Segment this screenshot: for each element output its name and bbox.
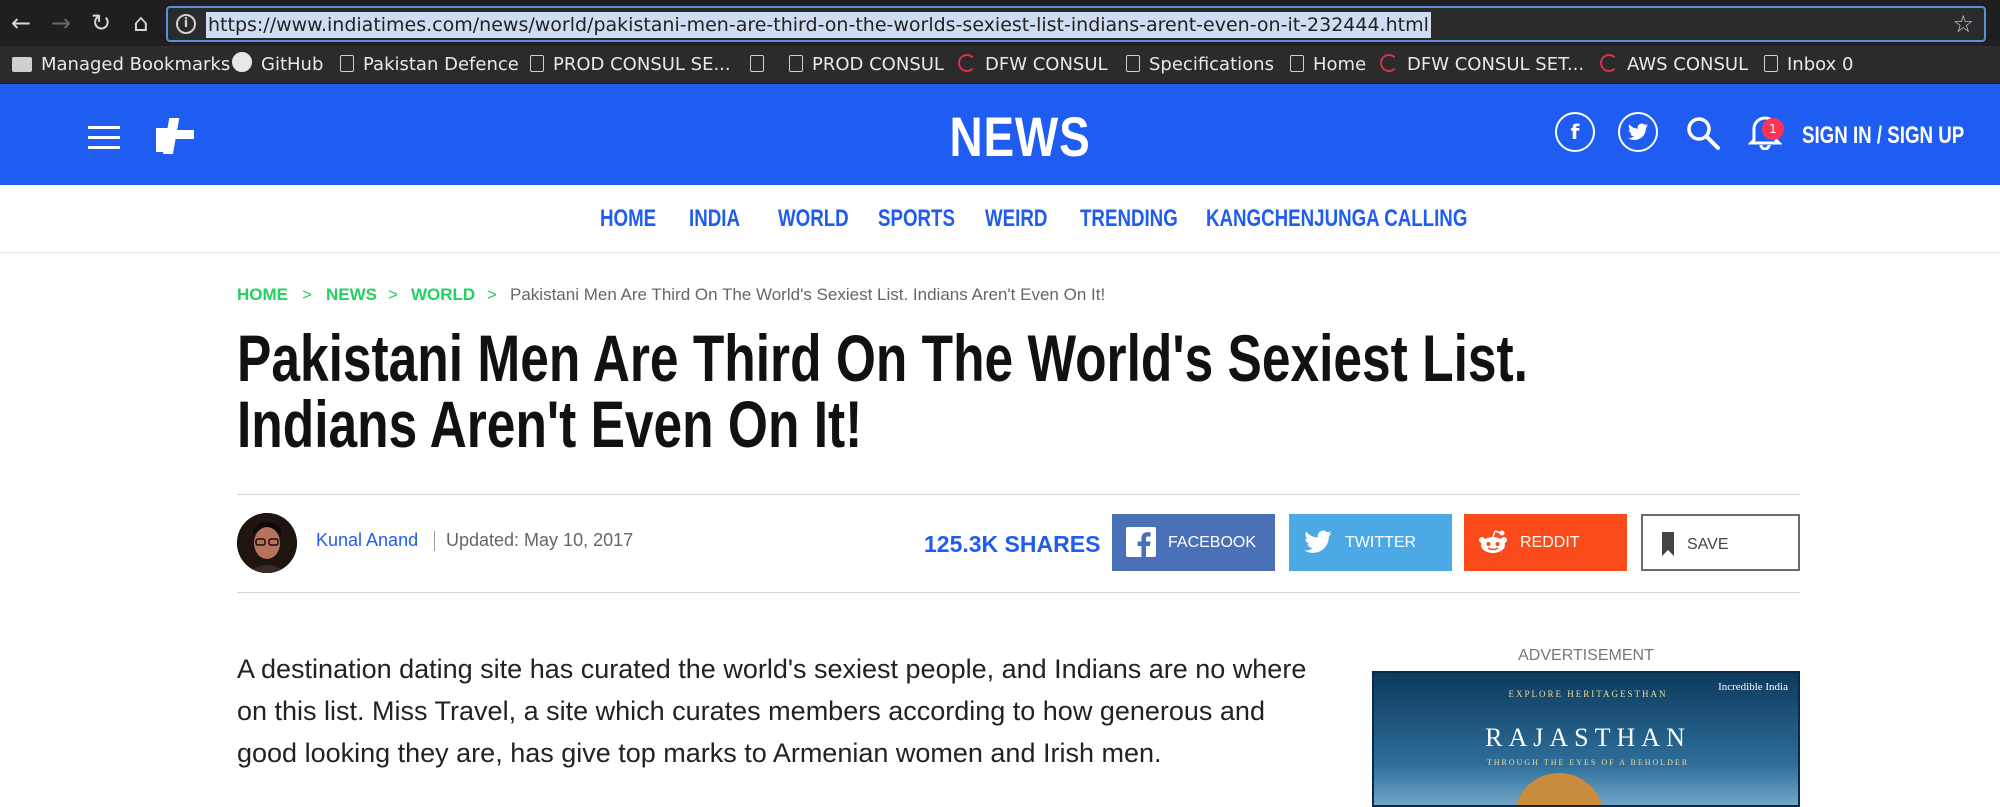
nav-item-home[interactable]: HOME <box>600 205 656 233</box>
github-icon <box>232 52 252 72</box>
site-header: NEWS f 1 SIGN IN / SIGN UP <box>0 84 2000 185</box>
home-icon[interactable]: ⌂ <box>126 8 156 38</box>
breadcrumb-news[interactable]: NEWS <box>326 285 377 305</box>
forward-icon[interactable]: → <box>46 8 76 38</box>
page-icon <box>340 55 354 72</box>
twitter-icon <box>1304 530 1332 553</box>
search-icon[interactable] <box>1686 116 1720 150</box>
bookmark-label: DFW CONSUL SET... <box>1407 54 1585 75</box>
site-logo[interactable] <box>150 114 200 158</box>
bookmark-untitled[interactable] <box>750 52 764 78</box>
page-icon <box>1290 55 1304 72</box>
bookmark-label: Home <box>1313 54 1367 75</box>
bookmark-github[interactable]: GitHub <box>232 52 323 78</box>
bookmark-label: Managed Bookmarks <box>41 54 231 75</box>
bookmark-label: PROD CONSUL SE... <box>553 54 731 75</box>
ad-dome-image <box>1514 773 1604 805</box>
reload-icon[interactable]: ↻ <box>86 8 116 38</box>
advertisement-banner[interactable]: Incredible India EXPLORE HERITAGESTHAN R… <box>1372 671 1800 807</box>
consul-icon <box>1380 54 1398 72</box>
bookmark-star-icon[interactable]: ☆ <box>1952 10 1974 38</box>
bookmark-label: Inbox 0 <box>1787 54 1854 75</box>
breadcrumb-home[interactable]: HOME <box>237 285 288 305</box>
bookmark-prod-consul-se[interactable]: PROD CONSUL SE... <box>530 52 731 78</box>
bookmark-managed-bookmarks[interactable]: Managed Bookmarks <box>12 52 230 78</box>
chevron-right-icon: > <box>487 285 497 304</box>
info-icon[interactable]: i <box>176 14 196 34</box>
notification-badge: 1 <box>1762 118 1784 140</box>
reddit-icon <box>1479 530 1507 553</box>
author-avatar[interactable] <box>237 513 297 573</box>
folder-icon <box>12 57 32 72</box>
bookmark-label: GitHub <box>261 54 324 75</box>
nav-item-trending[interactable]: TRENDING <box>1080 205 1178 233</box>
ad-title: RAJASTHAN <box>1485 723 1691 752</box>
bookmark-specifications[interactable]: Specifications <box>1126 52 1274 78</box>
site-title[interactable]: NEWS <box>938 104 1102 169</box>
url-text[interactable]: https://www.indiatimes.com/news/world/pa… <box>206 12 1431 38</box>
bookmark-dfw-consul[interactable]: DFW CONSUL <box>958 52 1108 78</box>
nav-item-kangchenjunga-calling[interactable]: KANGCHENJUNGA CALLING <box>1206 205 1467 233</box>
nav-item-sports[interactable]: SPORTS <box>878 205 955 233</box>
back-icon[interactable]: ← <box>6 8 36 38</box>
twitter-label: TWITTER <box>1345 534 1417 551</box>
breadcrumb-world[interactable]: WORLD <box>411 285 475 305</box>
section-nav: HOME INDIA WORLD SPORTS WEIRD TRENDING K… <box>0 185 2000 253</box>
bookmark-label: Specifications <box>1149 54 1274 75</box>
facebook-icon <box>1126 527 1156 557</box>
bookmark-label: Pakistan Defence <box>363 54 519 75</box>
page-icon <box>530 55 544 72</box>
chevron-right-icon: > <box>302 285 312 304</box>
reddit-share-button[interactable]: REDDIT <box>1464 514 1627 571</box>
signin-link[interactable]: SIGN IN / SIGN UP <box>1802 122 1964 150</box>
page-icon <box>789 55 803 72</box>
divider <box>237 494 1800 495</box>
bookmark-pakistan-defence[interactable]: Pakistan Defence <box>340 52 519 78</box>
updated-date: Updated: May 10, 2017 <box>446 530 634 550</box>
bookmark-inbox[interactable]: Inbox 0 <box>1764 52 1853 78</box>
author-name[interactable]: Kunal Anand <box>316 530 418 551</box>
breadcrumb-current: Pakistani Men Are Third On The World's S… <box>510 285 1106 304</box>
ad-subtitle: EXPLORE HERITAGESTHAN <box>1508 689 1668 699</box>
divider <box>237 592 1800 593</box>
browser-toolbar: ← → ↻ ⌂ i https://www.indiatimes.com/new… <box>0 0 2000 46</box>
bookmark-aws-consul[interactable]: AWS CONSUL <box>1600 52 1748 78</box>
share-count: 125.3K SHARES <box>924 531 1101 557</box>
address-bar[interactable]: i https://www.indiatimes.com/news/world/… <box>166 6 1986 42</box>
facebook-label: FACEBOOK <box>1168 534 1257 551</box>
page-icon <box>750 55 764 72</box>
page-icon <box>1764 55 1778 72</box>
nav-item-weird[interactable]: WEIRD <box>985 205 1047 233</box>
consul-icon <box>1600 54 1618 72</box>
bookmark-icon <box>1662 532 1674 556</box>
bookmarks-bar: Managed Bookmarks GitHub Pakistan Defenc… <box>0 46 2000 84</box>
bookmark-label: AWS CONSUL <box>1627 54 1749 75</box>
bookmark-dfw-consul-set[interactable]: DFW CONSUL SET... <box>1380 52 1584 78</box>
consul-icon <box>958 54 976 72</box>
facebook-icon[interactable]: f <box>1555 112 1595 152</box>
article-headline: Pakistani Men Are Third On The World's S… <box>237 321 1528 461</box>
byline-separator <box>434 531 435 551</box>
bookmark-prod-consul[interactable]: PROD CONSUL <box>789 52 944 78</box>
save-button[interactable]: SAVE <box>1641 514 1800 571</box>
chevron-right-icon: > <box>388 285 398 304</box>
page-icon <box>1126 55 1140 72</box>
menu-icon[interactable] <box>88 126 120 150</box>
ad-tagline: THROUGH THE EYES OF A BEHOLDER <box>1486 758 1690 767</box>
article-body: A destination dating site has curated th… <box>237 654 1307 768</box>
bookmark-label: PROD CONSUL <box>812 54 944 75</box>
nav-item-india[interactable]: INDIA <box>689 205 740 233</box>
twitter-share-button[interactable]: TWITTER <box>1289 514 1452 571</box>
bookmark-home[interactable]: Home <box>1290 52 1366 78</box>
facebook-share-button[interactable]: FACEBOOK <box>1112 514 1275 571</box>
bookmark-label: DFW CONSUL <box>985 54 1108 75</box>
twitter-icon[interactable] <box>1618 112 1658 152</box>
nav-item-world[interactable]: WORLD <box>778 205 849 233</box>
ad-label: ADVERTISEMENT <box>1518 647 1654 664</box>
save-label: SAVE <box>1687 536 1729 553</box>
reddit-label: REDDIT <box>1520 534 1580 551</box>
